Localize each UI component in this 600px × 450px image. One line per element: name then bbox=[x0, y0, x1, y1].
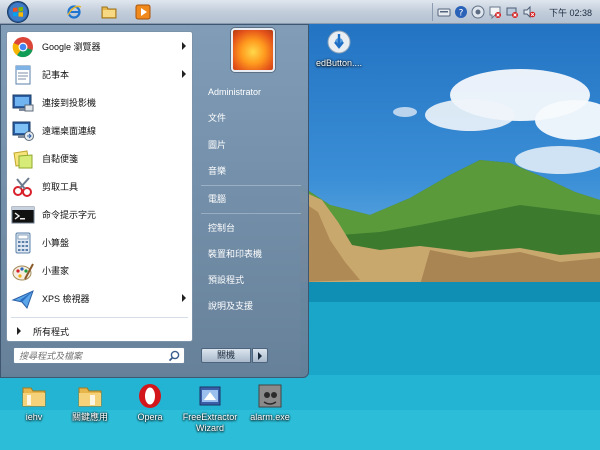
desktop-icon-label: FreeExtractor Wizard bbox=[182, 412, 238, 433]
program-item-command-prompt[interactable]: 命令提示字元 bbox=[9, 201, 190, 228]
search-input[interactable] bbox=[14, 350, 168, 361]
program-label: 命令提示字元 bbox=[42, 210, 97, 220]
menu-item-computer[interactable]: 電腦 bbox=[199, 187, 303, 209]
file-explorer-icon[interactable] bbox=[101, 4, 117, 20]
notepad-icon bbox=[11, 63, 35, 87]
arrow-right-icon bbox=[258, 352, 262, 360]
program-item-sticky-notes[interactable]: 自黏便箋 bbox=[9, 145, 190, 172]
clock[interactable]: 下午 02:38 bbox=[549, 6, 592, 19]
tray-divider bbox=[431, 3, 433, 21]
program-label: 小算盤 bbox=[42, 238, 70, 248]
program-label: 剪取工具 bbox=[42, 182, 79, 192]
snipping-tool-icon bbox=[11, 175, 35, 199]
program-label: 連接到投影機 bbox=[42, 98, 97, 108]
search-icon[interactable] bbox=[168, 350, 180, 362]
chrome-icon bbox=[11, 35, 35, 59]
media-player-icon[interactable] bbox=[135, 4, 151, 20]
folder-icon bbox=[76, 382, 104, 410]
arrow-right-icon bbox=[17, 327, 21, 335]
projector-icon bbox=[11, 91, 35, 115]
menu-item-user[interactable]: Administrator bbox=[199, 81, 303, 103]
program-item-paint[interactable]: 小畫家 bbox=[9, 257, 190, 284]
menu-item-control-panel[interactable]: 控制台 bbox=[199, 216, 303, 238]
program-item-snipping-tool[interactable]: 剪取工具 bbox=[9, 173, 190, 200]
remote-desktop-icon bbox=[11, 119, 35, 143]
desktop-icon-label: alarm.exe bbox=[250, 412, 290, 422]
menu-item-pictures[interactable]: 圖片 bbox=[199, 133, 303, 155]
help-icon[interactable]: ? bbox=[454, 5, 468, 19]
keyboard-icon[interactable] bbox=[437, 5, 451, 19]
desktop-icon-label: Opera bbox=[137, 412, 163, 422]
menu-item-documents[interactable]: 文件 bbox=[199, 106, 303, 128]
desktop-icon-label: 關鍵應用 bbox=[71, 412, 108, 422]
submenu-arrow-icon bbox=[182, 70, 186, 78]
all-programs-button[interactable]: 所有程式 bbox=[9, 322, 190, 340]
installer-icon bbox=[196, 382, 224, 410]
action-center-icon[interactable] bbox=[488, 5, 502, 20]
paint-icon bbox=[11, 259, 35, 283]
ie-icon[interactable] bbox=[66, 4, 82, 20]
command-prompt-icon bbox=[11, 203, 35, 227]
menu-divider bbox=[201, 185, 301, 186]
program-label: 小畫家 bbox=[42, 266, 70, 276]
network-icon[interactable] bbox=[505, 5, 519, 19]
menu-item-default-programs[interactable]: 預設程式 bbox=[199, 268, 303, 290]
menu-item-devices-printers[interactable]: 裝置和印表機 bbox=[199, 242, 303, 264]
start-menu: Google 瀏覽器 記事本 連接到投影機 遠端桌面連線 自黏便箋 剪取工具 命… bbox=[0, 24, 309, 378]
program-item-notepad[interactable]: 記事本 bbox=[9, 61, 190, 88]
windows-logo-icon bbox=[7, 1, 29, 23]
opera-icon bbox=[136, 382, 164, 410]
svg-text:?: ? bbox=[459, 9, 464, 19]
pane-divider bbox=[11, 317, 188, 318]
shutdown-options-button[interactable] bbox=[252, 348, 268, 363]
sticky-notes-icon bbox=[11, 147, 35, 171]
user-avatar[interactable] bbox=[231, 28, 275, 72]
menu-item-music[interactable]: 音樂 bbox=[199, 159, 303, 181]
installer-disc-icon bbox=[325, 28, 353, 56]
system-tray: ? 下午 02:38 bbox=[430, 0, 600, 24]
language-icon[interactable] bbox=[471, 5, 485, 19]
program-label: XPS 檢視器 bbox=[42, 294, 90, 304]
desktop-icon-opera[interactable]: Opera bbox=[116, 382, 184, 423]
calculator-icon bbox=[11, 231, 35, 255]
volume-muted-icon[interactable] bbox=[522, 5, 536, 19]
program-item-remote-desktop[interactable]: 遠端桌面連線 bbox=[9, 117, 190, 144]
all-programs-label: 所有程式 bbox=[33, 326, 70, 337]
program-label: 自黏便箋 bbox=[42, 154, 79, 164]
start-button[interactable] bbox=[6, 1, 30, 23]
shutdown-button[interactable]: 關機 bbox=[201, 348, 251, 363]
xps-viewer-icon bbox=[11, 287, 35, 311]
program-label: 遠端桌面連線 bbox=[42, 126, 97, 136]
desktop-icon-edbutton[interactable]: edButton.... bbox=[305, 28, 373, 69]
taskbar: ? 下午 02:38 bbox=[0, 0, 600, 24]
folder-icon bbox=[20, 382, 48, 410]
desktop-icon-label: edButton.... bbox=[315, 58, 363, 68]
desktop-icon-alarm[interactable]: alarm.exe bbox=[236, 382, 304, 423]
submenu-arrow-icon bbox=[182, 294, 186, 302]
search-box[interactable] bbox=[13, 347, 185, 364]
programs-pane: Google 瀏覽器 記事本 連接到投影機 遠端桌面連線 自黏便箋 剪取工具 命… bbox=[6, 31, 193, 342]
alarm-icon bbox=[256, 382, 284, 410]
program-label: Google 瀏覽器 bbox=[42, 42, 101, 52]
program-item-chrome[interactable]: Google 瀏覽器 bbox=[9, 33, 190, 60]
program-label: 記事本 bbox=[42, 70, 70, 80]
desktop-icon-freeextractor[interactable]: FreeExtractor Wizard bbox=[176, 382, 244, 434]
desktop-icon-key-apps[interactable]: 關鍵應用 bbox=[56, 382, 124, 423]
menu-divider bbox=[201, 213, 301, 214]
program-item-projector[interactable]: 連接到投影機 bbox=[9, 89, 190, 116]
menu-item-help[interactable]: 說明及支援 bbox=[199, 294, 303, 316]
program-item-calculator[interactable]: 小算盤 bbox=[9, 229, 190, 256]
submenu-arrow-icon bbox=[182, 42, 186, 50]
program-item-xps-viewer[interactable]: XPS 檢視器 bbox=[9, 285, 190, 312]
